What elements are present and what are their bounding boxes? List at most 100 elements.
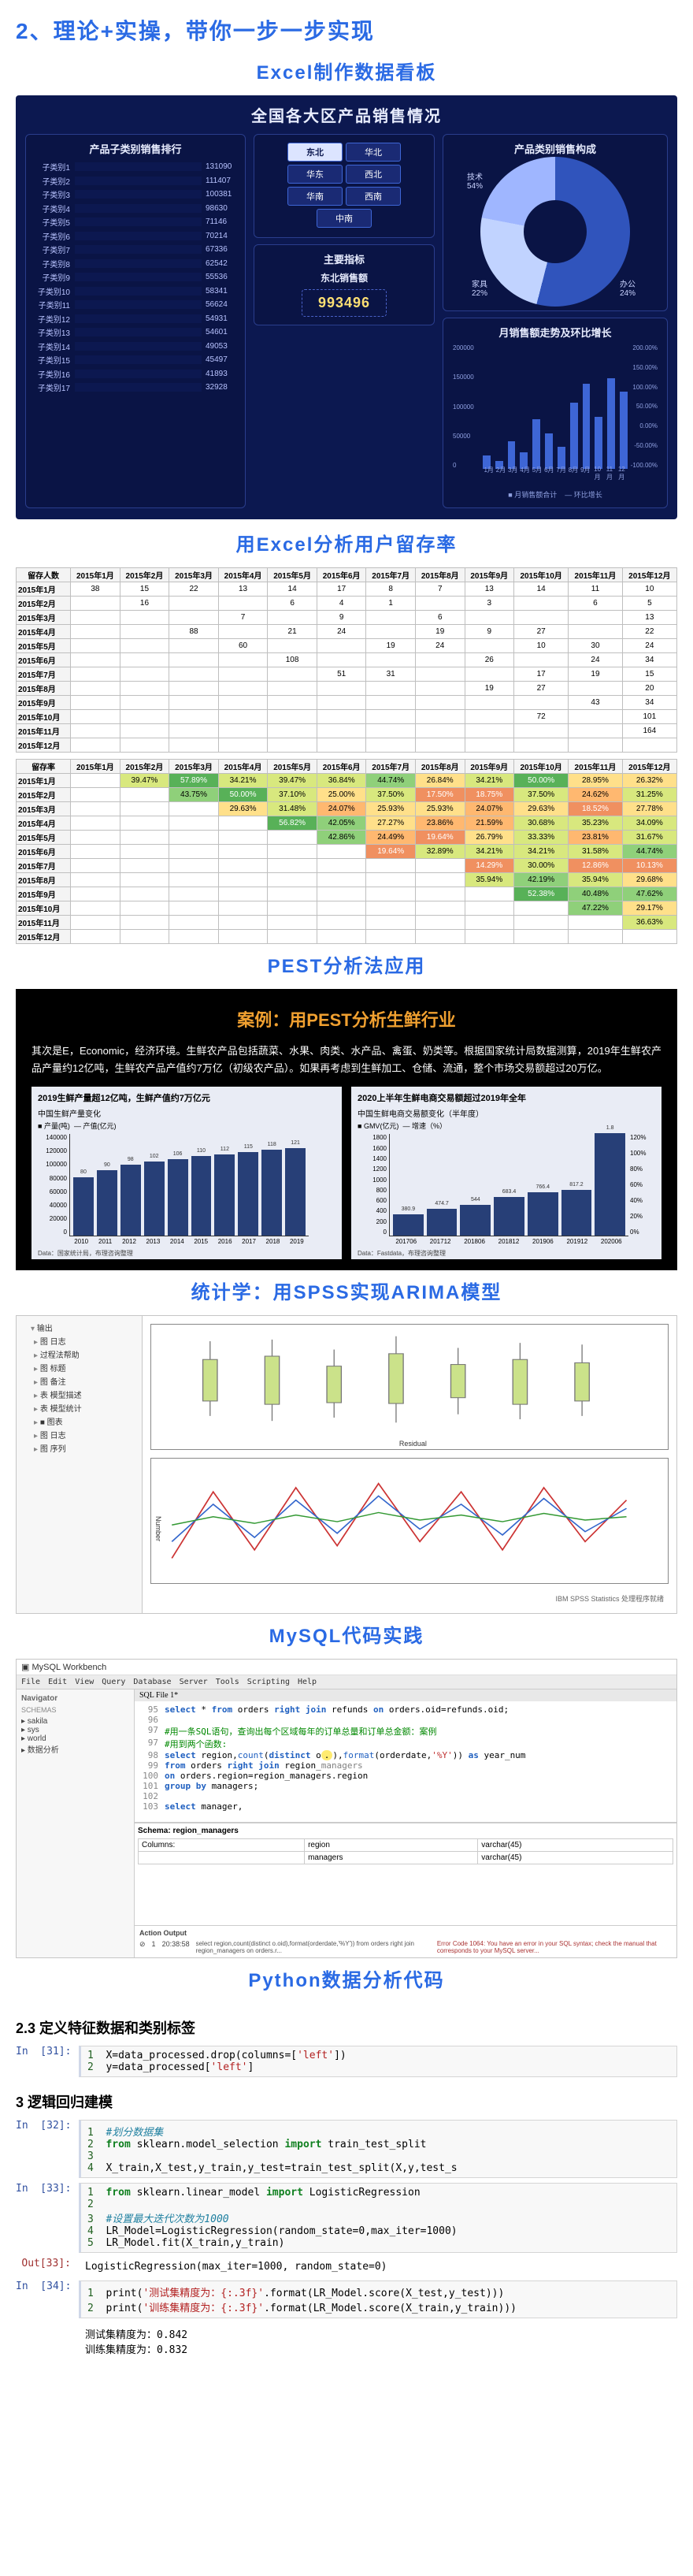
section-heading-excel-dashboard: Excel制作数据看板: [0, 50, 693, 95]
mysql-schema-item[interactable]: ▸ 数据分析: [21, 1743, 129, 1755]
mysql-editor[interactable]: 95select * from orders right join refund…: [135, 1701, 676, 1823]
hbar-value: 49053: [202, 342, 237, 351]
pest-bar: 115: [238, 1152, 258, 1236]
hbar-row: 子类别2 111407: [34, 175, 237, 187]
combo-xaxis: 1月2月3月4月5月6月7月8月9月10月11月12月: [483, 466, 628, 481]
pest-chart-left: 2019生鲜产量超12亿吨，生鲜产值约7万亿元 中国生鲜产量变化 ■ 产量(吨)…: [32, 1087, 342, 1259]
pest-right-source: Data：Fastdata，布理咨询整理: [358, 1249, 446, 1258]
spss-tree-node[interactable]: 图 日志: [21, 1428, 137, 1441]
hbar-label: 子类别10: [34, 285, 75, 297]
mysql-schema-item[interactable]: ▸ sakila: [21, 1717, 129, 1726]
python-code-cell[interactable]: 1 from sklearn.linear_model import Logis…: [79, 2183, 677, 2253]
python-code-cell[interactable]: 1 X=data_processed.drop(columns=['left']…: [79, 2046, 677, 2077]
pest-right-plot: 180016001400120010008006004002000 120%10…: [389, 1134, 628, 1236]
mysql-menu-item[interactable]: View: [75, 1678, 94, 1686]
pest-right-subtitle: 中国生鲜电商交易额变化（半年度）: [358, 1107, 655, 1119]
donut-card: 产品类别销售构成 技术54% 办公24% 家具22%: [443, 134, 668, 311]
combo-card: 月销售额走势及环比增长 200000150000100000500000 200…: [443, 318, 668, 508]
spss-tree-node[interactable]: 表 模型描述: [21, 1388, 137, 1401]
mysql-menu-item[interactable]: Database: [133, 1678, 171, 1686]
mysql-menu-item[interactable]: Scripting: [247, 1678, 290, 1686]
region-buttons-host: 东北华北华东西北华南西南中南: [262, 141, 426, 229]
jupyter-in-prompt: In [34]:: [16, 2280, 79, 2318]
mysql-info-panel: Schema: region_managers Columns: region …: [135, 1823, 676, 1925]
hbar-row: 子类别8 62542: [34, 258, 237, 269]
region-button[interactable]: 华北: [346, 143, 401, 162]
pest-bar: 544: [460, 1205, 491, 1236]
combo-bar: [570, 403, 578, 469]
pest-right-title: 2020上半年生鲜电商交易额超过2019年全年: [358, 1091, 655, 1104]
combo-bar: [508, 441, 516, 469]
hbar-label: 子类别2: [34, 175, 75, 187]
pest-bar: 98: [120, 1165, 141, 1236]
section-heading-pest: PEST分析法应用: [0, 944, 693, 989]
hbar-row: 子类别11 56624: [34, 299, 237, 310]
mysql-menu-item[interactable]: Tools: [216, 1678, 239, 1686]
region-button[interactable]: 西北: [346, 165, 401, 184]
mysql-menu-item[interactable]: Query: [102, 1678, 125, 1686]
region-button[interactable]: 华东: [287, 165, 343, 184]
hbar-label: 子类别12: [34, 313, 75, 325]
mysql-schema-item[interactable]: ▸ sys: [21, 1726, 129, 1734]
spss-window: 输出图 日志过程法帮助图 标题图 备注表 模型描述表 模型统计■ 图表图 日志图…: [16, 1315, 677, 1614]
spss-tree-node[interactable]: 过程法帮助: [21, 1347, 137, 1361]
hbar-label: 子类别3: [34, 188, 75, 200]
pest-left-subtitle: 中国生鲜产量变化: [38, 1107, 335, 1119]
pest-left-title: 2019生鲜产量超12亿吨，生鲜产值约7万亿元: [38, 1091, 335, 1104]
python-code-cell[interactable]: 1 #划分数据集 2 from sklearn.model_selection …: [79, 2120, 677, 2178]
jupyter-in-prompt: In [32]:: [16, 2120, 79, 2178]
dashboard-title: 全国各大区产品销售情况: [25, 103, 668, 126]
hbar-row: 子类别12 54931: [34, 313, 237, 325]
combo-yaxis-left: 200000150000100000500000: [453, 344, 474, 469]
spss-tree-node[interactable]: 图 日志: [21, 1334, 137, 1347]
hbar-label: 子类别4: [34, 203, 75, 214]
hbar-row: 子类别4 98630: [34, 203, 237, 214]
pest-bar: 102: [144, 1162, 165, 1236]
combo-bar: [532, 419, 540, 469]
spss-status: IBM SPSS Statistics 处理程序就绪: [150, 1592, 669, 1605]
mysql-editor-tab[interactable]: SQL File 1*: [135, 1689, 676, 1701]
pest-left-plot: 140000120000100000800006000040000200000 …: [69, 1134, 309, 1236]
region-button[interactable]: 西南: [346, 187, 401, 206]
hbar-value: 41893: [202, 370, 237, 378]
mysql-columns-table: Columns: region varchar(45) managers var…: [138, 1838, 673, 1864]
python-code-cell[interactable]: 1 print('测试集精度为：{:.3f}'.format(LR_Model.…: [79, 2280, 677, 2318]
hbar-row: 子类别17 32928: [34, 381, 237, 393]
mysql-title-bar: ▣ MySQL Workbench: [17, 1660, 676, 1675]
spss-tree-node[interactable]: 图 序列: [21, 1441, 137, 1455]
spss-tree-node[interactable]: ■ 图表: [21, 1414, 137, 1428]
hbar-value: 131090: [202, 162, 237, 171]
region-button[interactable]: 中南: [317, 209, 372, 228]
region-button[interactable]: 东北: [287, 143, 343, 162]
spss-lineplot: Number: [150, 1458, 669, 1584]
python-stdout: 测试集精度为：0.842 训练集精度为：0.832: [79, 2323, 677, 2359]
hbar-label: 子类别14: [34, 340, 75, 352]
mysql-action-output: Action Output ⊘ 1 20:38:58 select region…: [135, 1925, 676, 1957]
spss-tree-node[interactable]: 输出: [21, 1321, 137, 1334]
pest-bar: 474.7: [427, 1209, 458, 1236]
spss-tree[interactable]: 输出图 日志过程法帮助图 标题图 备注表 模型描述表 模型统计■ 图表图 日志图…: [17, 1316, 143, 1613]
pest-slide: 案例：用PEST分析生鲜行业 其次是E，Economic，经济环境。生鲜农产品包…: [16, 989, 677, 1270]
mysql-menu-item[interactable]: Edit: [48, 1678, 67, 1686]
hbar-value: 111407: [202, 177, 237, 185]
hbar-row: 子类别13 54601: [34, 326, 237, 338]
hbar-label: 子类别11: [34, 299, 75, 310]
mysql-menu-item[interactable]: File: [21, 1678, 40, 1686]
mysql-menu-item[interactable]: Server: [180, 1678, 208, 1686]
mysql-menu-item[interactable]: Help: [298, 1678, 317, 1686]
spss-tree-node[interactable]: 图 标题: [21, 1361, 137, 1374]
combo-title: 月销售额走势及环比增长: [451, 325, 659, 340]
hbar-label: 子类别8: [34, 258, 75, 269]
hbar-row: 子类别14 49053: [34, 340, 237, 352]
mysql-navigator[interactable]: Navigator SCHEMAS ▸ sakila▸ sys▸ world▸ …: [17, 1689, 135, 1957]
spss-tree-node[interactable]: 表 模型统计: [21, 1401, 137, 1414]
mysql-schema-item[interactable]: ▸ world: [21, 1734, 129, 1743]
hbar-value: 100381: [202, 190, 237, 199]
donut-title: 产品类别销售构成: [451, 141, 659, 156]
hbar-value: 98630: [202, 204, 237, 213]
hbar-value: 62542: [202, 259, 237, 268]
region-button[interactable]: 华南: [287, 187, 343, 206]
mysql-menu-bar[interactable]: File Edit View Query Database Server Tools Scri…: [17, 1675, 676, 1689]
spss-tree-node[interactable]: 图 备注: [21, 1374, 137, 1388]
hbar-row: 子类别16 41893: [34, 368, 237, 380]
